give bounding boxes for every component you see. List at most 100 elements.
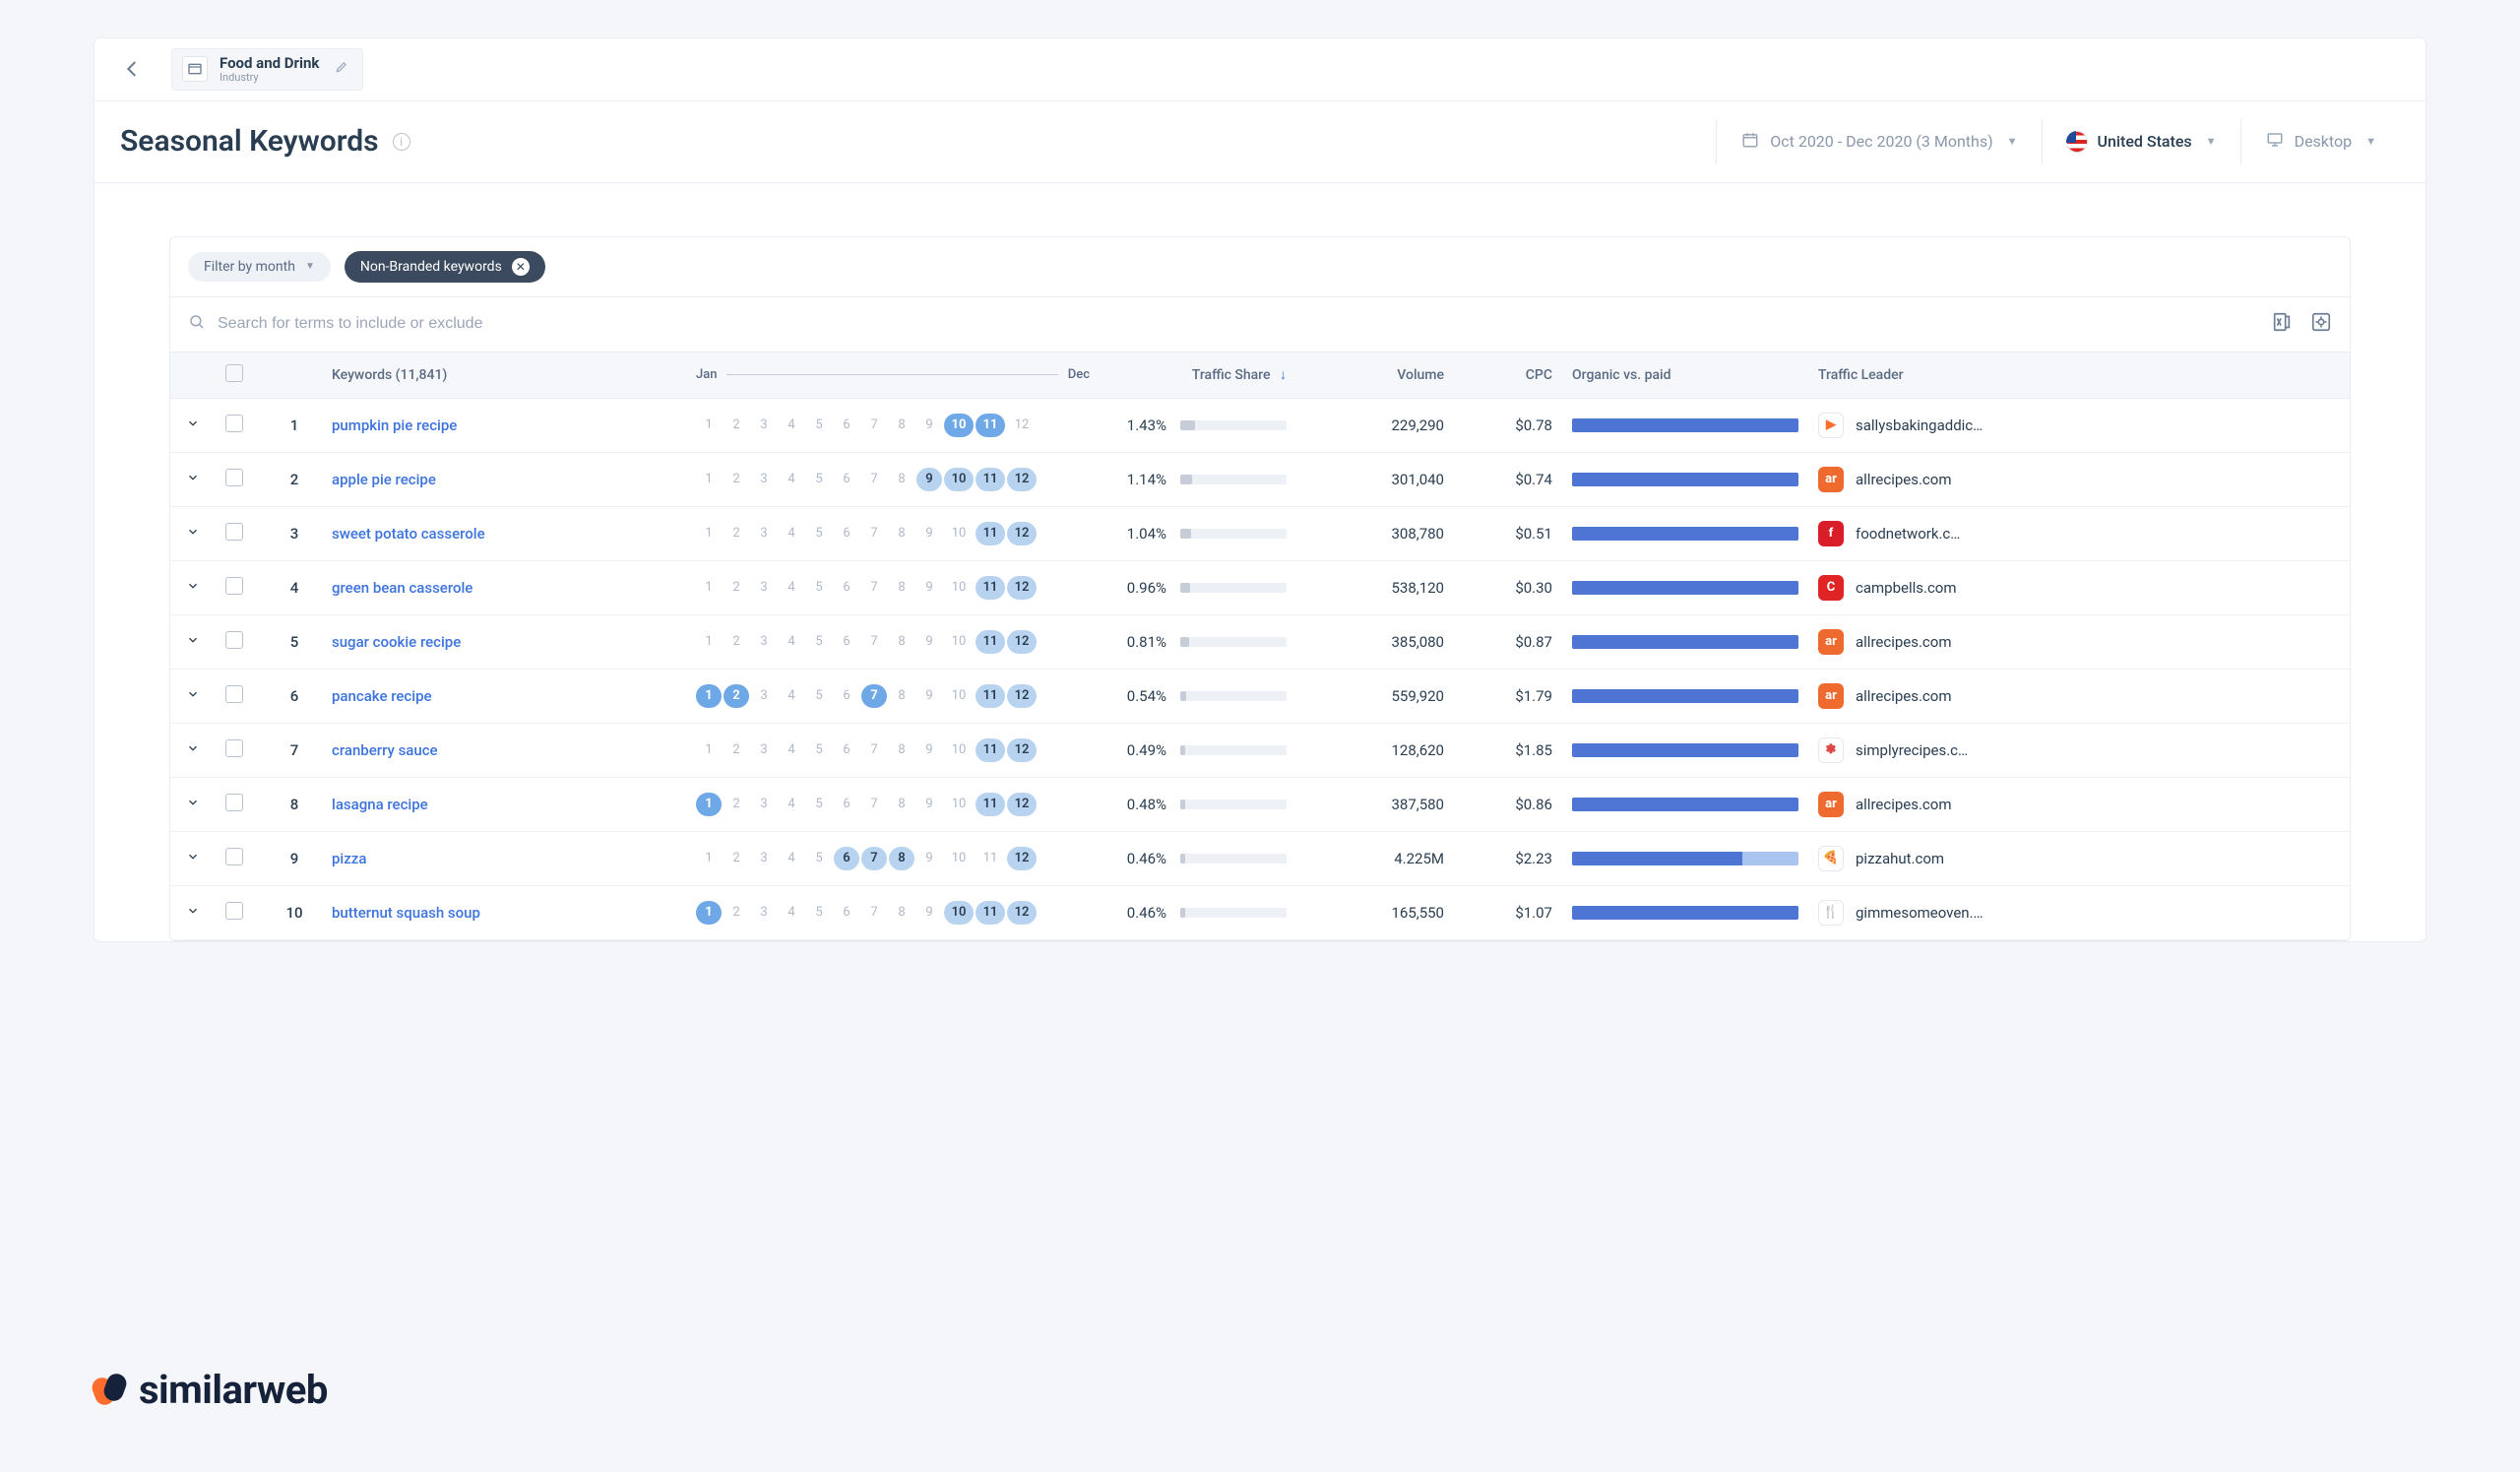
keyword-link[interactable]: sweet potato casserole xyxy=(332,525,485,543)
traffic-leader-cell[interactable]: ▶sallysbakingaddic… xyxy=(1818,413,2340,438)
month-cell: 8 xyxy=(889,522,914,545)
keyword-link[interactable]: pancake recipe xyxy=(332,687,432,705)
expand-row-button[interactable] xyxy=(170,506,216,560)
expand-row-button[interactable] xyxy=(170,723,216,777)
col-cpc[interactable]: CPC xyxy=(1454,352,1562,399)
traffic-share-cell: 0.54% xyxy=(1109,687,1287,705)
keyword-link[interactable]: apple pie recipe xyxy=(332,471,436,488)
month-cell: 7 xyxy=(861,414,887,437)
cpc-value: $2.23 xyxy=(1454,831,1562,885)
keyword-link[interactable]: lasagna recipe xyxy=(332,796,428,813)
row-checkbox[interactable] xyxy=(225,902,243,920)
month-cell: 2 xyxy=(724,847,749,870)
row-checkbox[interactable] xyxy=(225,794,243,811)
col-volume[interactable]: Volume xyxy=(1296,352,1454,399)
chevron-down-icon: ▼ xyxy=(2365,135,2376,148)
expand-row-button[interactable] xyxy=(170,560,216,614)
traffic-leader-cell[interactable]: ffoodnetwork.c… xyxy=(1818,521,2340,546)
favicon: ar xyxy=(1818,467,1844,492)
month-cell: 7 xyxy=(861,738,887,762)
favicon: 🍴 xyxy=(1818,900,1844,926)
export-excel-icon[interactable] xyxy=(2271,311,2293,338)
row-checkbox[interactable] xyxy=(225,469,243,486)
expand-row-button[interactable] xyxy=(170,669,216,723)
traffic-leader-cell[interactable]: ✽simplyrecipes.c… xyxy=(1818,737,2340,763)
us-flag-icon xyxy=(2066,131,2088,153)
select-all-checkbox[interactable] xyxy=(225,364,243,382)
traffic-leader-cell[interactable]: arallrecipes.com xyxy=(1818,792,2340,817)
month-cell: 12 xyxy=(1007,738,1037,762)
leader-domain: sallysbakingaddic… xyxy=(1856,416,1983,434)
traffic-leader-cell[interactable]: arallrecipes.com xyxy=(1818,629,2340,655)
month-cell: 7 xyxy=(861,901,887,925)
month-cell: 9 xyxy=(916,414,942,437)
row-checkbox[interactable] xyxy=(225,577,243,595)
search-input[interactable] xyxy=(218,315,2271,333)
leader-domain: gimmesomeoven.… xyxy=(1856,904,1984,922)
device-picker[interactable]: Desktop ▼ xyxy=(2240,119,2400,164)
traffic-share-value: 0.54% xyxy=(1109,687,1166,705)
settings-icon[interactable] xyxy=(2310,311,2332,338)
country-picker[interactable]: United States ▼ xyxy=(2042,119,2240,164)
row-checkbox[interactable] xyxy=(225,739,243,757)
col-traffic-share[interactable]: Traffic Share ↓ xyxy=(1100,352,1296,399)
keyword-link[interactable]: green bean casserole xyxy=(332,579,472,597)
month-cell: 1 xyxy=(696,468,722,491)
month-cell: 9 xyxy=(916,522,942,545)
date-range-picker[interactable]: Oct 2020 - Dec 2020 (3 Months) ▼ xyxy=(1716,119,2041,164)
traffic-share-cell: 1.14% xyxy=(1109,471,1287,488)
keyword-link[interactable]: sugar cookie recipe xyxy=(332,633,461,651)
row-checkbox[interactable] xyxy=(225,685,243,703)
month-cell: 5 xyxy=(806,468,832,491)
traffic-leader-cell[interactable]: arallrecipes.com xyxy=(1818,683,2340,709)
active-filter-chip[interactable]: Non-Branded keywords ✕ xyxy=(345,251,545,283)
keyword-link[interactable]: butternut squash soup xyxy=(332,904,480,922)
row-checkbox[interactable] xyxy=(225,848,243,865)
traffic-leader-cell[interactable]: arallrecipes.com xyxy=(1818,467,2340,492)
edit-industry-icon[interactable] xyxy=(335,60,348,78)
volume-value: 4.225M xyxy=(1296,831,1454,885)
traffic-leader-cell[interactable]: 🍴 gimmesomeoven.… xyxy=(1818,900,2340,926)
industry-chip[interactable]: Food and Drink Industry xyxy=(171,48,363,91)
month-cell: 4 xyxy=(779,468,804,491)
expand-row-button[interactable] xyxy=(170,831,216,885)
col-leader[interactable]: Traffic Leader xyxy=(1808,352,2350,399)
device-label: Desktop xyxy=(2295,132,2353,151)
col-keywords[interactable]: Keywords (11,841) xyxy=(322,352,686,399)
organic-vs-paid-bar xyxy=(1572,581,1798,595)
chevron-down-icon: ▼ xyxy=(305,261,315,272)
remove-filter-icon[interactable]: ✕ xyxy=(512,258,530,276)
month-cell: 6 xyxy=(834,522,859,545)
row-checkbox[interactable] xyxy=(225,631,243,649)
month-cell: 2 xyxy=(724,793,749,816)
month-cell: 11 xyxy=(976,414,1005,437)
keyword-link[interactable]: cranberry sauce xyxy=(332,741,438,759)
months-sparkline: 123456789101112 xyxy=(696,576,1090,600)
back-button[interactable] xyxy=(116,53,148,85)
traffic-leader-cell[interactable]: 🍕pizzahut.com xyxy=(1818,846,2340,871)
expand-row-button[interactable] xyxy=(170,614,216,669)
month-cell: 1 xyxy=(696,901,722,925)
col-ovp[interactable]: Organic vs. paid xyxy=(1562,352,1808,399)
month-cell: 11 xyxy=(976,738,1005,762)
month-cell: 3 xyxy=(751,901,777,925)
filter-by-month-button[interactable]: Filter by month ▼ xyxy=(188,252,331,282)
expand-row-button[interactable] xyxy=(170,452,216,506)
months-sparkline: 123456789101112 xyxy=(696,684,1090,708)
keyword-link[interactable]: pizza xyxy=(332,850,366,867)
expand-row-button[interactable] xyxy=(170,777,216,831)
info-icon[interactable]: i xyxy=(393,133,410,151)
expand-row-button[interactable] xyxy=(170,398,216,452)
traffic-leader-cell[interactable]: Ccampbells.com xyxy=(1818,575,2340,601)
chevron-down-icon: ▼ xyxy=(2206,135,2217,148)
cpc-value: $1.07 xyxy=(1454,885,1562,939)
month-cell: 10 xyxy=(944,414,974,437)
titlebar: Seasonal Keywords i Oct 2020 - Dec 2020 … xyxy=(94,101,2426,183)
row-checkbox[interactable] xyxy=(225,415,243,432)
month-cell: 1 xyxy=(696,684,722,708)
table-row: 9pizza1234567891011120.46%4.225M$2.23🍕pi… xyxy=(170,831,2350,885)
traffic-share-cell: 1.43% xyxy=(1109,416,1287,434)
expand-row-button[interactable] xyxy=(170,885,216,939)
keyword-link[interactable]: pumpkin pie recipe xyxy=(332,416,457,434)
row-checkbox[interactable] xyxy=(225,523,243,541)
